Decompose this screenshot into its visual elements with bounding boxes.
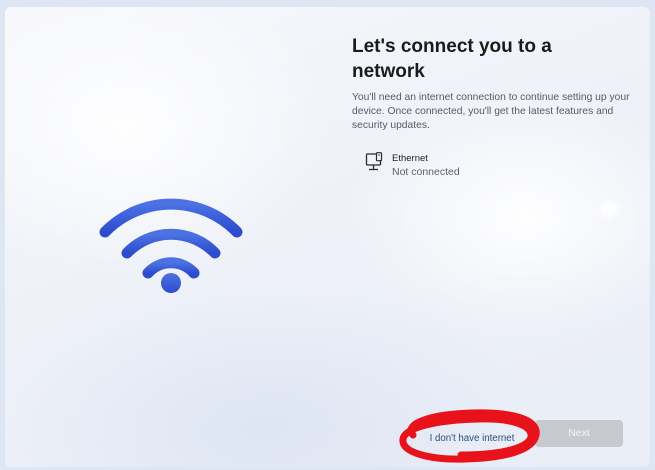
network-status: Not connected xyxy=(392,166,460,178)
oobe-network-page: Let's connect you to a network You'll ne… xyxy=(5,7,650,467)
page-description: You'll need an internet connection to co… xyxy=(352,92,630,132)
wifi-icon xyxy=(99,198,243,293)
page-title: Let's connect you to a network xyxy=(352,36,552,82)
no-internet-link[interactable]: I don't have internet xyxy=(413,428,531,450)
ethernet-icon xyxy=(365,152,383,171)
network-item-ethernet[interactable]: Ethernet Not connected xyxy=(365,152,485,184)
network-name: Ethernet xyxy=(392,153,428,164)
next-button[interactable]: Next xyxy=(535,420,623,447)
light-glint xyxy=(602,204,616,215)
